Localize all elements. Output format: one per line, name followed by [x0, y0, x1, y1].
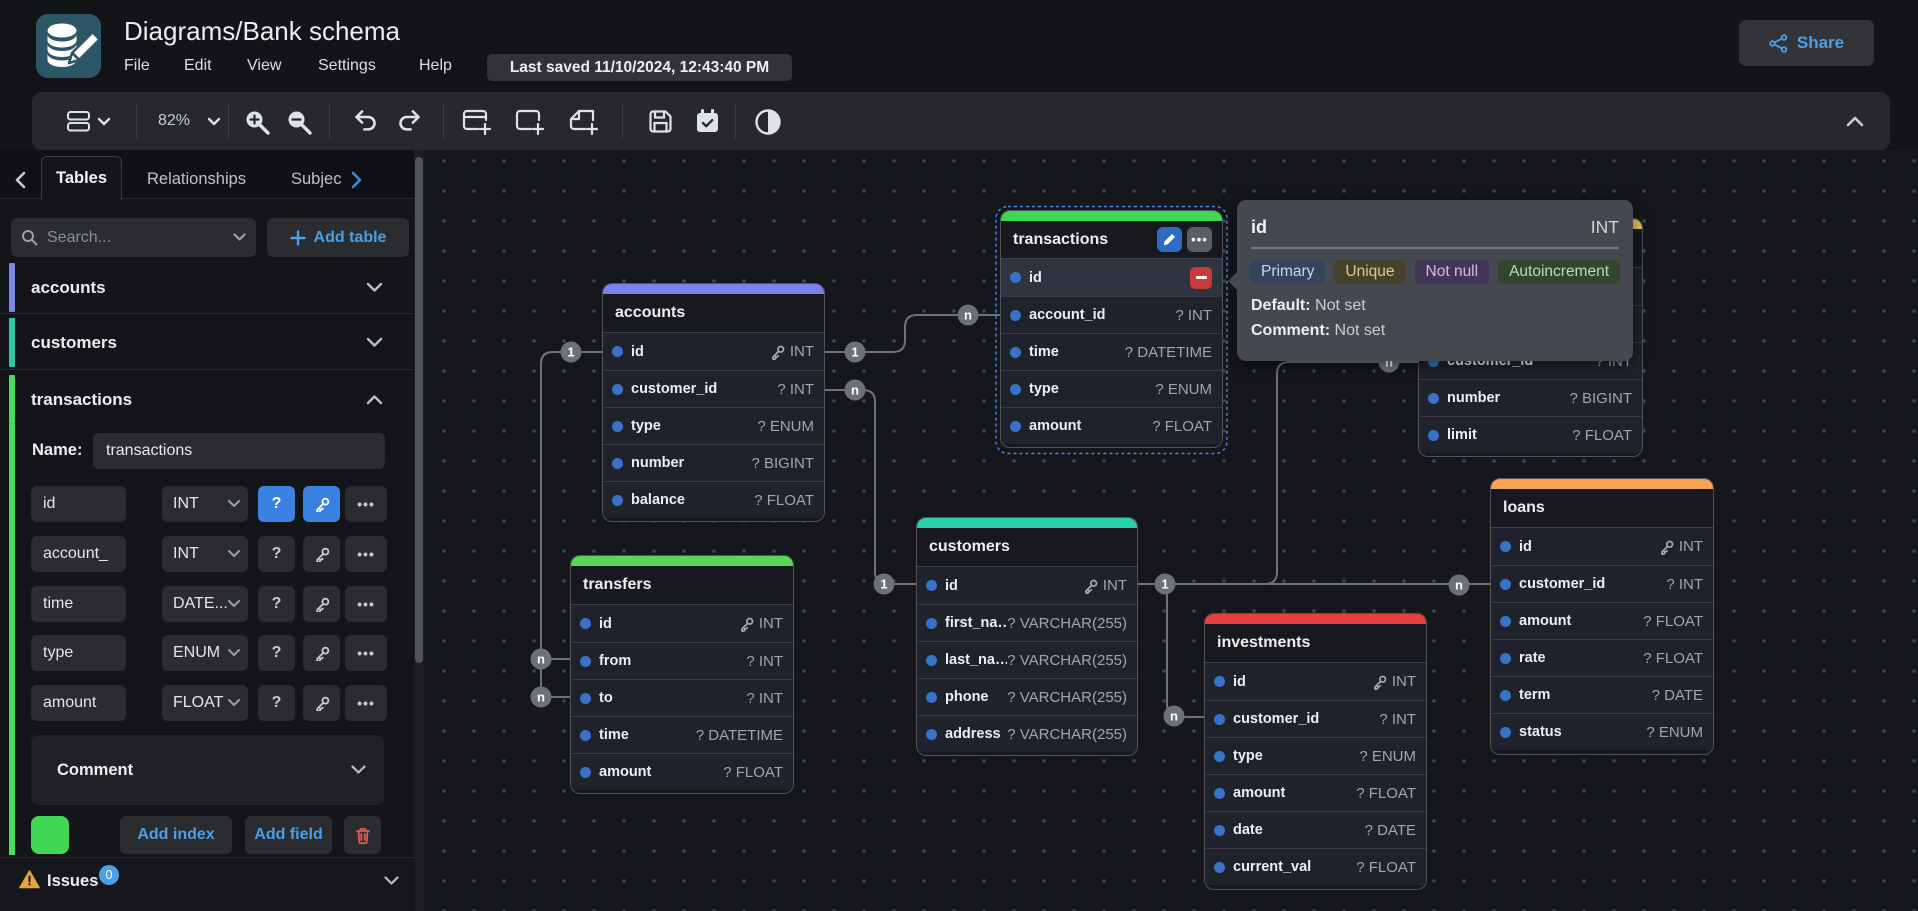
svg-text:1: 1	[880, 577, 887, 592]
svg-text:n: n	[1455, 578, 1463, 593]
svg-text:1: 1	[567, 345, 574, 360]
svg-text:n: n	[537, 690, 545, 705]
svg-text:n: n	[851, 383, 859, 398]
svg-text:1: 1	[851, 345, 858, 360]
svg-text:1: 1	[1161, 577, 1168, 592]
svg-text:n: n	[964, 308, 972, 323]
svg-text:n: n	[1170, 709, 1178, 724]
svg-text:n: n	[537, 652, 545, 667]
